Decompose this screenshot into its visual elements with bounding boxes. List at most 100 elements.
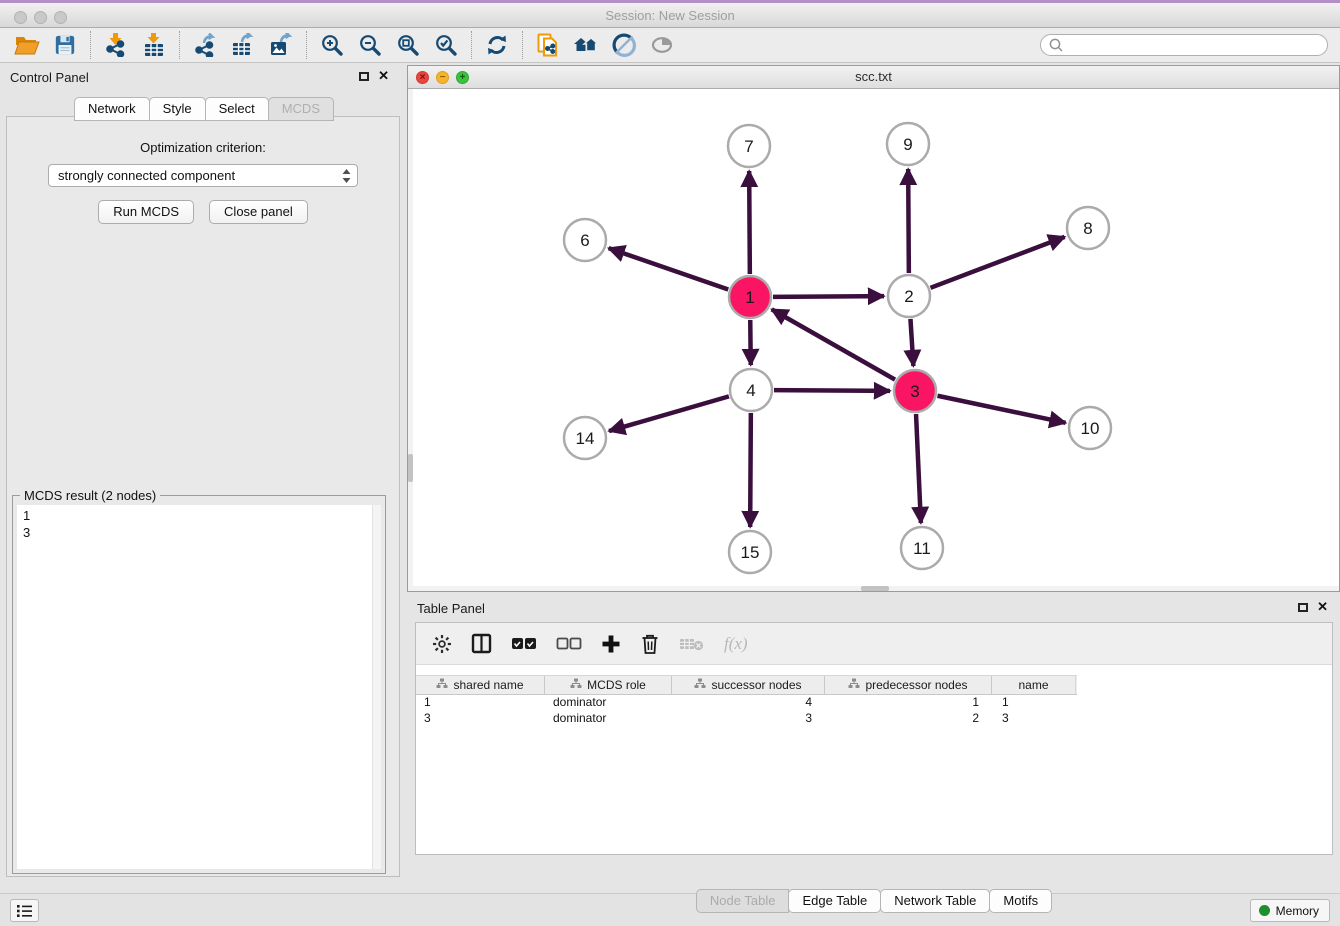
network-view-window: × − + scc.txt 7 9 6 8 1 2 4 3 14 10 15 11 [407,65,1340,592]
network-graph[interactable]: 7 9 6 8 1 2 4 3 14 10 15 11 [408,89,1339,591]
close-table-panel-icon[interactable]: ✕ [1317,599,1328,615]
result-scrollbar[interactable] [372,505,381,869]
graph-node-11[interactable]: 11 [901,527,943,569]
close-panel-button[interactable]: Close panel [209,200,308,224]
task-history-button[interactable] [10,899,39,922]
graph-edge-3-11[interactable] [916,414,921,523]
tab-node-table[interactable]: Node Table [696,889,790,913]
graph-edge-1-2[interactable] [773,296,884,297]
export-image-icon[interactable] [262,30,300,60]
search-box[interactable] [1040,34,1328,56]
graph-node-3[interactable]: 3 [894,370,936,412]
graph-edge-3-1[interactable] [772,309,895,379]
table-cell[interactable]: dominator [545,711,672,727]
graph-edge-4-14[interactable] [609,396,729,431]
vertical-scroll-thumb[interactable] [408,454,413,482]
tab-network-table[interactable]: Network Table [880,889,990,913]
show-column-pane-icon[interactable] [471,633,492,654]
graph-edge-4-3[interactable] [774,390,890,391]
network-maximize-icon[interactable]: + [456,71,469,84]
delete-column-icon[interactable] [640,633,660,655]
tab-motifs[interactable]: Motifs [989,889,1052,913]
zoom-selected-icon[interactable] [427,30,465,60]
select-all-rows-icon[interactable] [511,637,537,651]
float-table-panel-icon[interactable] [1298,603,1308,612]
tab-style[interactable]: Style [149,97,206,121]
search-input[interactable] [1068,38,1318,52]
graph-edge-2-8[interactable] [931,237,1065,288]
column-settings-icon[interactable] [432,634,452,654]
table-cell[interactable]: 3 [416,711,545,727]
graph-node-6[interactable]: 6 [564,219,606,261]
graph-edge-4-15[interactable] [750,413,751,527]
export-table-icon[interactable] [224,30,262,60]
table-toolbar: f(x) [416,623,1332,665]
graph-edge-3-10[interactable] [938,396,1066,423]
table-row[interactable]: 3dominator323 [416,711,1332,727]
table-cell[interactable]: 1 [992,695,1076,711]
graph-node-15[interactable]: 15 [729,531,771,573]
tab-edge-table[interactable]: Edge Table [788,889,881,913]
bird-eye-view-icon[interactable] [643,30,681,60]
graph-node-9[interactable]: 9 [887,123,929,165]
table-cell[interactable]: 3 [992,711,1076,727]
graph-edge-2-9[interactable] [908,169,909,273]
refresh-layout-icon[interactable] [478,30,516,60]
graph-node-14[interactable]: 14 [564,417,606,459]
clone-network-icon[interactable] [529,30,567,60]
graph-edge-1-6[interactable] [609,248,729,289]
network-minimize-icon[interactable]: − [436,71,449,84]
zoom-out-icon[interactable] [351,30,389,60]
zoom-window-icon[interactable] [54,11,67,24]
table-cell[interactable]: 3 [672,711,825,727]
graph-node-10[interactable]: 10 [1069,407,1111,449]
table-cell[interactable]: 1 [416,695,545,711]
import-network-icon[interactable] [97,30,135,60]
tab-network[interactable]: Network [74,97,150,121]
close-panel-icon[interactable]: ✕ [378,68,389,84]
import-table-icon[interactable] [135,30,173,60]
fit-content-icon[interactable] [389,30,427,60]
add-column-icon[interactable] [601,634,621,654]
table-cell[interactable]: 1 [825,695,992,711]
run-mcds-button[interactable]: Run MCDS [98,200,194,224]
open-session-icon[interactable] [8,30,46,60]
graph-node-7[interactable]: 7 [728,125,770,167]
graph-node-4[interactable]: 4 [730,369,772,411]
graph-edge-2-3[interactable] [910,319,913,366]
hide-graphics-details-icon[interactable] [605,30,643,60]
network-vertical-scrollbar[interactable] [408,89,413,591]
table-row[interactable]: 1dominator411 [416,695,1332,711]
tab-mcds[interactable]: MCDS [268,97,334,121]
column-header-successor-nodes[interactable]: successor nodes [672,676,825,694]
column-header-predecessor-nodes[interactable]: predecessor nodes [825,676,992,694]
mcds-result-list[interactable]: 13 [17,505,381,869]
table-cell[interactable]: 2 [825,711,992,727]
criterion-select[interactable]: strongly connected component [48,164,358,187]
export-network-icon[interactable] [186,30,224,60]
horizontal-scroll-thumb[interactable] [861,586,889,591]
column-header-shared-name[interactable]: shared name [416,676,545,694]
zoom-in-icon[interactable] [313,30,351,60]
network-close-icon[interactable]: × [416,71,429,84]
close-window-icon[interactable] [14,11,27,24]
column-header-MCDS-role[interactable]: MCDS role [545,676,672,694]
first-neighbors-icon[interactable] [567,30,605,60]
graph-node-1[interactable]: 1 [729,276,771,318]
graph-edge-1-7[interactable] [749,171,750,274]
save-session-icon[interactable] [46,30,84,60]
title-bar[interactable]: Session: New Session [0,0,1340,28]
minimize-window-icon[interactable] [34,11,47,24]
deselect-all-rows-icon[interactable] [556,637,582,651]
graph-node-2[interactable]: 2 [888,275,930,317]
network-canvas[interactable]: 7 9 6 8 1 2 4 3 14 10 15 11 [408,89,1339,591]
table-cell[interactable]: dominator [545,695,672,711]
column-tree-icon [694,678,706,692]
table-cell[interactable]: 4 [672,695,825,711]
float-panel-icon[interactable] [359,72,369,81]
column-header-name[interactable]: name [992,676,1076,694]
network-window-titlebar[interactable]: × − + scc.txt [408,66,1339,89]
tab-select[interactable]: Select [205,97,269,121]
network-horizontal-scrollbar[interactable] [413,586,1339,591]
graph-node-8[interactable]: 8 [1067,207,1109,249]
